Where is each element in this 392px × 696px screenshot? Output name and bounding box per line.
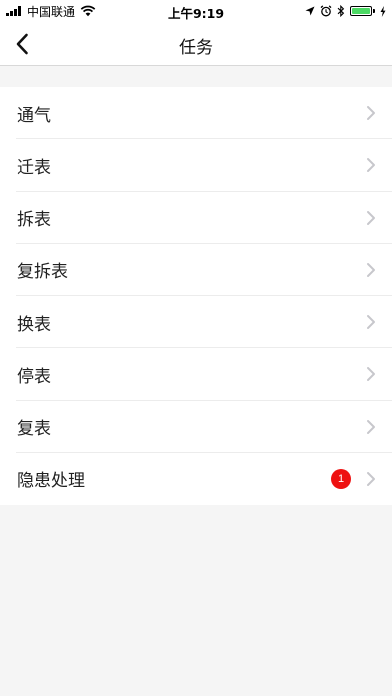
chevron-right-icon: [367, 106, 375, 121]
chevron-right-icon: [367, 367, 375, 382]
task-label: 迁表: [17, 157, 51, 178]
page-title: 任务: [179, 38, 213, 58]
task-label: 拆表: [17, 210, 51, 231]
task-label: 复表: [17, 419, 51, 440]
location-icon: [305, 6, 315, 16]
chevron-right-icon: [367, 419, 375, 434]
task-item-fubiao[interactable]: 复表: [0, 401, 392, 454]
status-bar-right: [300, 3, 386, 19]
task-item-yinhuanchuli[interactable]: 隐患处理 1: [0, 453, 392, 505]
nav-bar: 任务: [0, 22, 392, 66]
task-label: 停表: [17, 366, 51, 387]
task-item-huanbiao[interactable]: 换表: [0, 296, 392, 349]
task-label: 隐患处理: [17, 471, 85, 492]
chevron-right-icon: [367, 262, 375, 277]
task-item-tongqi[interactable]: 通气: [0, 87, 392, 140]
charging-icon: [380, 5, 386, 17]
bluetooth-icon: [337, 5, 345, 17]
task-label: 通气: [17, 105, 51, 126]
battery-icon: [350, 6, 375, 16]
task-label: 复拆表: [17, 262, 68, 283]
task-item-chaibiao[interactable]: 拆表: [0, 192, 392, 245]
chevron-right-icon: [367, 210, 375, 225]
task-label: 换表: [17, 314, 51, 335]
chevron-right-icon: [367, 471, 375, 486]
status-bar: 中国联通 上午9:19: [0, 0, 392, 22]
task-list: 通气 迁表 拆表 复拆表 换表 停表 复表 隐患处理 1: [0, 87, 392, 505]
task-item-qianbiao[interactable]: 迁表: [0, 139, 392, 192]
chevron-right-icon: [367, 315, 375, 330]
task-item-fuchaibiao[interactable]: 复拆表: [0, 244, 392, 297]
chevron-right-icon: [367, 158, 375, 173]
alarm-icon: [320, 5, 332, 17]
notification-badge: 1: [331, 468, 351, 489]
task-item-tingbiao[interactable]: 停表: [0, 348, 392, 401]
